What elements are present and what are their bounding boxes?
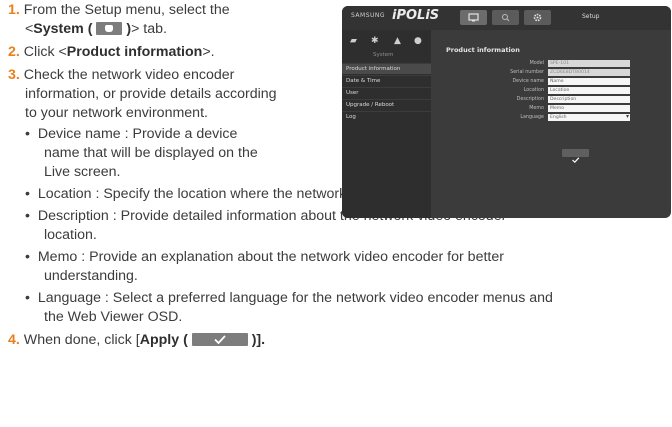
sidebar-caption: System: [373, 52, 394, 58]
bullet-language-line-2: the Web Viewer OSD.: [44, 309, 183, 325]
step-2: 2. Click <Product information>.: [8, 44, 215, 61]
field-language: Language English: [434, 113, 664, 121]
step-text: Click <: [23, 44, 67, 60]
step-text: > tab.: [131, 21, 167, 37]
sidebar-item-log[interactable]: Log: [342, 111, 431, 122]
sidebar-item-upgrade-reboot[interactable]: Upgrade / Reboot: [342, 99, 431, 110]
bullet-device-name-line-3: Live screen.: [44, 164, 121, 180]
step-1-line-2: <System ( )> tab.: [25, 21, 167, 38]
sidebar-item-user[interactable]: User: [342, 87, 431, 98]
bullet-device-name: • Device name : Provide a device: [25, 126, 237, 143]
step-text: When done, click [: [23, 332, 140, 348]
bullet-memo-line-2: understanding.: [44, 268, 138, 284]
checkmark-icon: [191, 332, 248, 346]
system-icon[interactable]: ●: [414, 36, 422, 46]
location-input[interactable]: Location: [548, 87, 630, 94]
field-label: Serial number: [510, 70, 544, 75]
system-tab-icon: [96, 21, 123, 35]
field-label: Device name: [512, 79, 544, 84]
field-label: Location: [523, 88, 544, 93]
field-device-name: Device name Name: [434, 78, 664, 85]
step-3-line-1: 3. Check the network video encoder: [8, 67, 234, 84]
setup-screenshot: SAMSUNG iPOLiS Setup ▰ ✱ ▲ ● System Prod…: [342, 6, 671, 218]
bullet-memo: • Memo : Provide an explanation about th…: [25, 249, 504, 266]
field-label: Language: [520, 115, 544, 120]
screenshot-header: SAMSUNG iPOLiS Setup: [342, 6, 671, 30]
bullet-text: Memo : Provide an explanation about the …: [37, 249, 504, 265]
language-select[interactable]: English: [548, 113, 630, 121]
apply-label: Apply (: [139, 332, 188, 348]
bullet-language: • Language : Select a preferred language…: [25, 290, 553, 307]
memo-input[interactable]: Memo: [548, 105, 630, 112]
event-icon[interactable]: ▲: [394, 36, 401, 46]
step-number: 2.: [8, 44, 20, 60]
network-icon[interactable]: ✱: [371, 36, 379, 46]
bullet-dot-icon: •: [25, 186, 30, 202]
field-label: Model: [529, 61, 544, 66]
bullet-dot-icon: •: [25, 208, 30, 224]
step-number: 3.: [8, 67, 20, 83]
product-info-label: Product information: [66, 44, 203, 60]
step-3-line-3: to your network environment.: [25, 105, 208, 121]
apply-button[interactable]: [562, 149, 589, 164]
panel-title: Product information: [446, 46, 520, 54]
search-icon[interactable]: [492, 10, 519, 25]
bullet-text: Language : Select a preferred language f…: [37, 290, 553, 306]
field-model: Model SPE-101: [434, 60, 664, 67]
step-text: )].: [251, 332, 266, 348]
sidebar: ▰ ✱ ▲ ● System Product information Date …: [342, 30, 431, 218]
brand-logo: SAMSUNG: [351, 12, 386, 19]
step-text: Check the network video encoder: [23, 67, 235, 83]
step-text: From the Setup menu, select the: [23, 2, 230, 18]
description-input[interactable]: Description: [548, 96, 630, 103]
monitor-icon[interactable]: [460, 10, 487, 25]
serial-number-field: ZCD6E8DTB0014: [548, 69, 630, 76]
bullet-dot-icon: •: [25, 290, 30, 306]
step-number: 4.: [8, 332, 20, 348]
model-field: SPE-101: [548, 60, 630, 67]
field-location: Location Location: [434, 87, 664, 94]
field-description: Description Description: [434, 96, 664, 103]
bullet-dot-icon: •: [25, 249, 30, 265]
field-label: Description: [516, 97, 544, 102]
bullet-description-line-2: location.: [44, 227, 97, 243]
step-text: >.: [202, 44, 215, 60]
sidebar-item-date-time[interactable]: Date & Time: [342, 75, 431, 86]
bullet-text: Device name : Provide a device: [37, 126, 238, 142]
field-label: Memo: [529, 106, 544, 111]
step-1-line-1: 1. From the Setup menu, select the: [8, 2, 230, 19]
field-memo: Memo Memo: [434, 105, 664, 112]
bullet-dot-icon: •: [25, 126, 30, 142]
sidebar-item-product-information[interactable]: Product information: [342, 63, 431, 74]
setup-label: Setup: [582, 13, 600, 20]
product-logo: iPOLiS: [392, 8, 440, 23]
field-serial-number: Serial number ZCD6E8DTB0014: [434, 69, 664, 76]
step-number: 1.: [8, 2, 20, 18]
bullet-device-name-line-2: name that will be displayed on the: [44, 145, 258, 161]
system-tab-label: System (: [33, 21, 93, 37]
video-icon[interactable]: ▰: [350, 36, 357, 46]
gear-icon[interactable]: [524, 10, 551, 25]
device-name-input[interactable]: Name: [548, 78, 630, 85]
step-4: 4. When done, click [Apply ( )].: [8, 332, 265, 349]
step-3-line-2: information, or provide details accordin…: [25, 86, 277, 102]
